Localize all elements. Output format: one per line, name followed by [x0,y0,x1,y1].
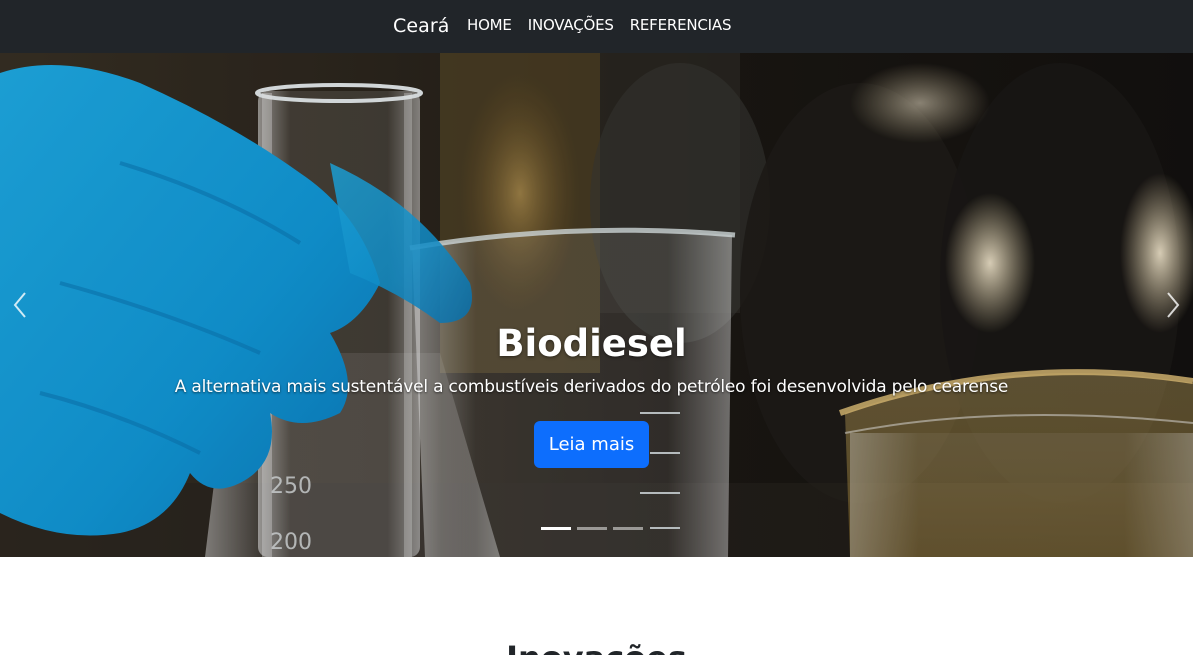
slide-title: Biodiesel [496,322,687,365]
slide-description: A alternativa mais sustentável a combust… [174,377,1009,397]
chevron-left-icon [13,292,26,318]
top-navbar: Ceará HOME INOVAÇÕES REFERENCIAS [0,0,1193,53]
slide-image: 250 200 [0,53,1193,557]
carousel-indicator-2[interactable] [577,527,607,530]
carousel-prev-button[interactable] [0,53,40,557]
navbar-brand[interactable]: Ceará [393,14,450,38]
chevron-right-icon [1167,292,1180,318]
section-heading: Inovações [0,640,1193,655]
nav-links: HOME INOVAÇÕES REFERENCIAS [459,15,739,35]
nav-link-home[interactable]: HOME [459,15,520,35]
carousel-indicator-1[interactable] [541,527,571,530]
nav-link-referencias[interactable]: REFERENCIAS [622,15,740,35]
hero-carousel: 250 200 Biodiesel A alternativa mais sus… [0,53,1193,557]
nav-link-inovacoes[interactable]: INOVAÇÕES [520,15,622,35]
carousel-indicator-3[interactable] [613,527,643,530]
carousel-next-button[interactable] [1153,53,1193,557]
read-more-button[interactable]: Leia mais [534,421,649,468]
carousel-indicators [541,527,643,530]
